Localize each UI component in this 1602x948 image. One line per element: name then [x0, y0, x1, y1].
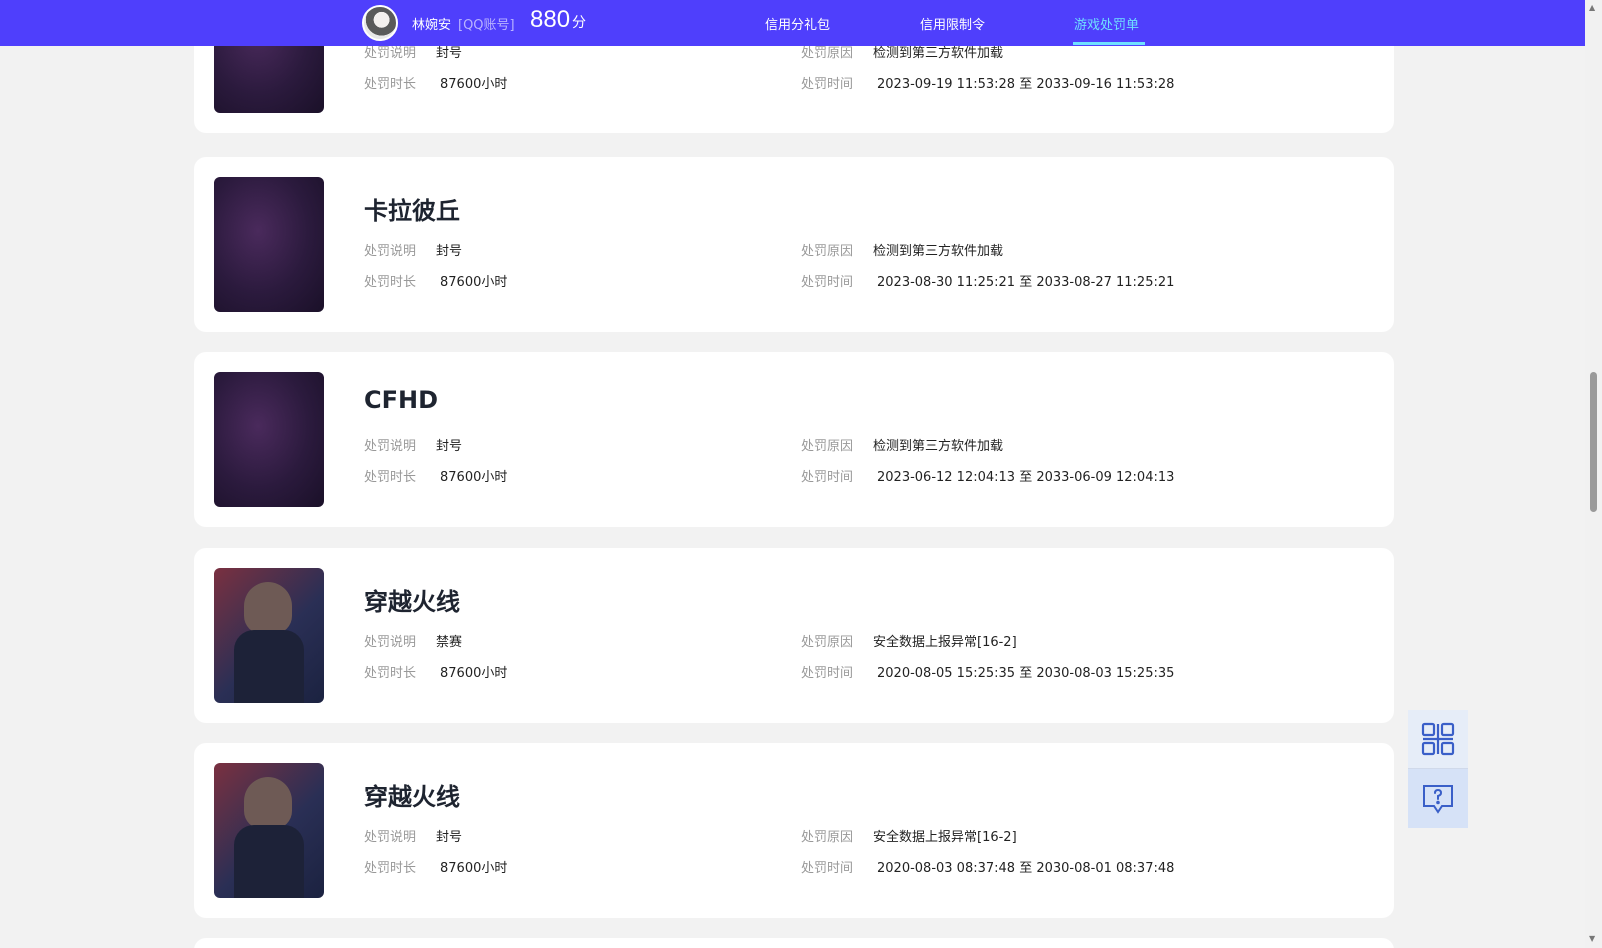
penalty-card: CFHD 处罚说明 封号 处罚时长 87600小时 处罚原因 检测到第三方软件加…: [194, 352, 1394, 527]
help-chat-icon: [1423, 784, 1453, 814]
floating-side-panel: [1408, 710, 1468, 828]
reason-value: 检测到第三方软件加载: [873, 439, 1004, 454]
time-value: 2020-08-03 08:37:48 至 2030-08-01 08:37:4…: [877, 861, 1175, 876]
time-label: 处罚时间: [801, 275, 854, 290]
credit-score: 880 分: [530, 6, 586, 34]
tab-credit-gift[interactable]: 信用分礼包: [765, 14, 830, 33]
duration-value: 87600小时: [440, 275, 508, 290]
reason-label: 处罚原因: [801, 635, 854, 650]
reason-label: 处罚原因: [801, 244, 854, 259]
game-title: 穿越火线: [364, 783, 460, 811]
desc-value: 封号: [436, 244, 463, 259]
desc-value: 封号: [436, 830, 463, 845]
duration-value: 87600小时: [440, 861, 508, 876]
duration-label: 处罚时长: [364, 275, 417, 290]
account-type: [QQ账号]: [458, 18, 515, 33]
duration-label: 处罚时长: [364, 77, 417, 92]
game-thumbnail: [214, 568, 324, 703]
time-label: 处罚时间: [801, 470, 854, 485]
desc-value: 封号: [436, 439, 463, 454]
reason-value: 安全数据上报异常[16-2]: [873, 830, 1017, 845]
game-title: 穿越火线: [364, 588, 460, 616]
duration-label: 处罚时长: [364, 470, 417, 485]
time-label: 处罚时间: [801, 666, 854, 681]
penalty-card: 卡拉彼丘 处罚说明 封号 处罚时长 87600小时 处罚原因 检测到第三方软件加…: [194, 157, 1394, 332]
time-label: 处罚时间: [801, 861, 854, 876]
page-scrollbar[interactable]: ▲ ▼: [1585, 0, 1602, 948]
desc-label: 处罚说明: [364, 635, 417, 650]
reason-value: 检测到第三方软件加载: [873, 244, 1004, 259]
scroll-down-icon[interactable]: ▼: [1589, 934, 1595, 943]
time-value: 2023-06-12 12:04:13 至 2033-06-09 12:04:1…: [877, 470, 1175, 485]
duration-label: 处罚时长: [364, 666, 417, 681]
scroll-up-icon[interactable]: ▲: [1589, 3, 1595, 12]
qr-code-button[interactable]: [1408, 710, 1468, 769]
tab-credit-restriction[interactable]: 信用限制令: [920, 14, 985, 33]
time-label: 处罚时间: [801, 77, 854, 92]
duration-value: 87600小时: [440, 77, 508, 92]
reason-label: 处罚原因: [801, 439, 854, 454]
game-thumbnail: [214, 763, 324, 898]
score-value: 880: [530, 6, 571, 33]
active-tab-indicator: [1073, 42, 1145, 45]
scroll-thumb[interactable]: [1590, 372, 1597, 512]
time-value: 2020-08-05 15:25:35 至 2030-08-03 15:25:3…: [877, 666, 1175, 681]
duration-value: 87600小时: [440, 470, 508, 485]
desc-label: 处罚说明: [364, 439, 417, 454]
duration-label: 处罚时长: [364, 861, 417, 876]
desc-label: 处罚说明: [364, 244, 417, 259]
time-value: 2023-09-19 11:53:28 至 2033-09-16 11:53:2…: [877, 77, 1175, 92]
game-title: CFHD: [364, 386, 439, 414]
reason-value: 安全数据上报异常[16-2]: [873, 635, 1017, 650]
time-value: 2023-08-30 11:25:21 至 2033-08-27 11:25:2…: [877, 275, 1175, 290]
duration-value: 87600小时: [440, 666, 508, 681]
user-name: 林婉安: [412, 18, 452, 33]
top-nav-bar: 林婉安 [QQ账号] 880 分 信用分礼包 信用限制令 游戏处罚单: [0, 0, 1585, 46]
help-button[interactable]: [1408, 769, 1468, 828]
reason-label: 处罚原因: [801, 830, 854, 845]
game-thumbnail: [214, 177, 324, 312]
penalty-card: 穿越火线 处罚说明 封号 处罚时长 87600小时 处罚原因 安全数据上报异常[…: [194, 743, 1394, 918]
game-thumbnail: [214, 372, 324, 507]
game-title: 卡拉彼丘: [364, 197, 460, 225]
tab-game-penalty[interactable]: 游戏处罚单: [1074, 14, 1139, 33]
desc-label: 处罚说明: [364, 830, 417, 845]
penalty-card-partial: [194, 938, 1394, 948]
desc-value: 禁赛: [436, 635, 463, 650]
score-unit: 分: [572, 15, 587, 31]
avatar[interactable]: [362, 5, 398, 41]
qr-code-icon: [1421, 722, 1455, 756]
penalty-card: 穿越火线 处罚说明 禁赛 处罚时长 87600小时 处罚原因 安全数据上报异常[…: [194, 548, 1394, 723]
